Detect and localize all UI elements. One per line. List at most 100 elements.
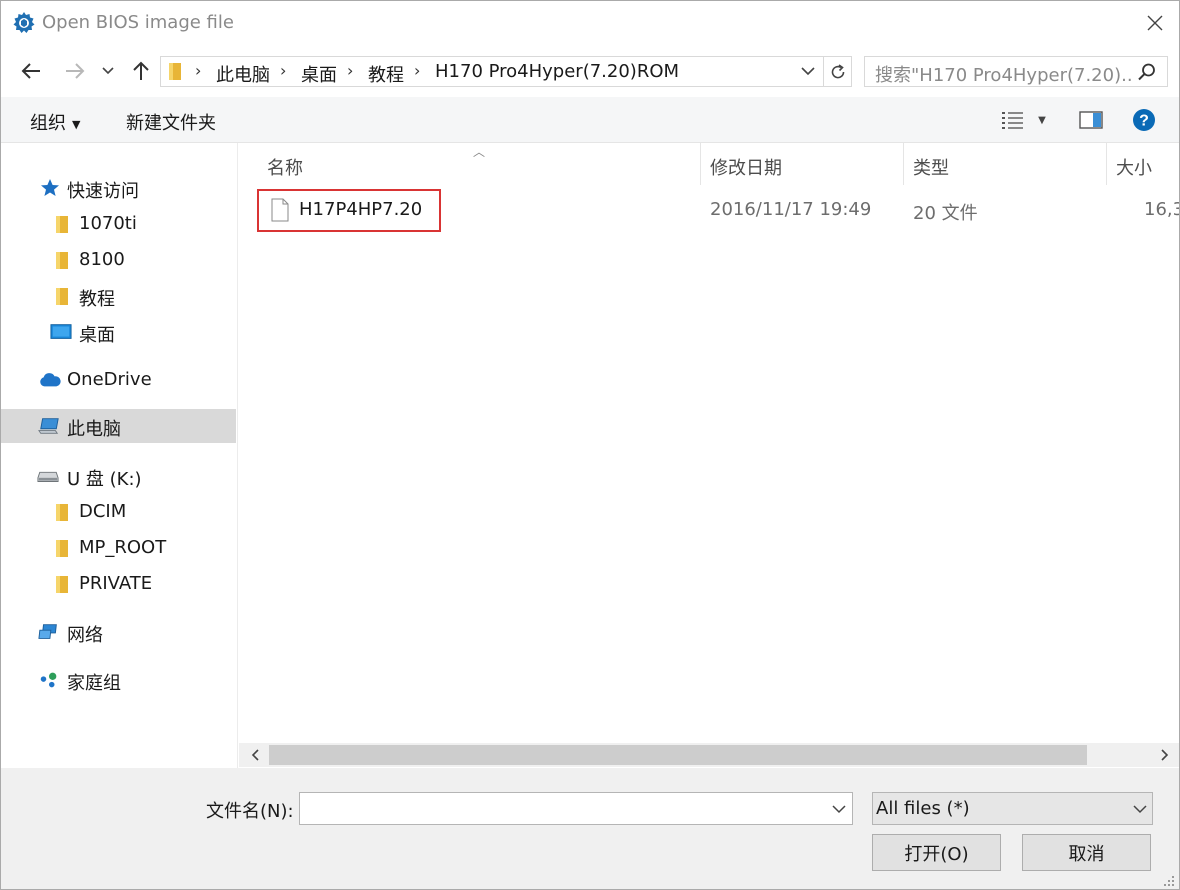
new-folder-button[interactable]: 新建文件夹 xyxy=(126,109,216,135)
scroll-right-button[interactable] xyxy=(1151,743,1179,767)
chevron-down-icon xyxy=(102,67,114,75)
sidebar-item-label: 网络 xyxy=(67,625,103,646)
desktop-icon xyxy=(50,322,72,342)
column-header-label: 类型 xyxy=(913,158,949,179)
help-button[interactable]: ? xyxy=(1132,108,1156,132)
sidebar-item-label: 此电脑 xyxy=(67,419,121,440)
file-type: 20 文件 xyxy=(913,203,978,224)
sidebar-item-this-pc[interactable]: 此电脑 xyxy=(1,409,236,443)
search-placeholder: 搜索"H170 Pro4Hyper(7.20)... xyxy=(875,65,1133,86)
sidebar-item-network[interactable]: 网络 xyxy=(1,615,236,649)
cloud-icon xyxy=(39,370,61,390)
folder-icon xyxy=(169,62,183,81)
open-file-dialog: Open BIOS image file › 此电脑 › 桌面 › 教程 › H… xyxy=(0,0,1180,890)
column-header-label: 名称 xyxy=(267,158,303,179)
column-header-type[interactable]: 类型 xyxy=(903,143,1106,185)
folder-icon xyxy=(51,214,73,234)
sidebar-item-mp-root[interactable]: MP_ROOT xyxy=(1,531,236,565)
folder-icon xyxy=(51,574,73,594)
sidebar-item-1070ti[interactable]: 1070ti xyxy=(1,207,236,241)
sidebar-item-label: OneDrive xyxy=(67,369,152,390)
column-header-modified[interactable]: 修改日期 xyxy=(700,143,903,185)
column-header-label: 大小 xyxy=(1116,158,1152,179)
file-modified: 2016/11/17 19:49 xyxy=(710,199,872,220)
breadcrumb-separator: › xyxy=(414,61,421,80)
chevron-down-icon xyxy=(832,804,846,813)
refresh-icon xyxy=(831,63,844,78)
file-icon xyxy=(271,198,289,222)
title-bar: Open BIOS image file xyxy=(1,1,1179,45)
breadcrumb-separator: › xyxy=(195,61,202,80)
up-button[interactable] xyxy=(127,57,155,85)
search-input[interactable]: 搜索"H170 Pro4Hyper(7.20)... xyxy=(864,56,1168,87)
view-dropdown-button[interactable]: ▼ xyxy=(1033,108,1051,132)
breadcrumb-tutorial[interactable]: 教程 xyxy=(368,61,404,87)
caret-down-icon: ▼ xyxy=(1038,114,1046,126)
sidebar-item-tutorial[interactable]: 教程 xyxy=(1,279,236,313)
filename-field[interactable] xyxy=(299,792,853,825)
breadcrumb-separator: › xyxy=(280,61,287,80)
chevron-down-icon xyxy=(801,67,815,76)
sidebar-item-8100[interactable]: 8100 xyxy=(1,243,236,277)
recent-locations-button[interactable] xyxy=(97,57,119,85)
preview-pane-button[interactable] xyxy=(1079,108,1103,132)
forward-button[interactable] xyxy=(61,57,89,85)
folder-icon xyxy=(51,538,73,558)
breadcrumb-separator: › xyxy=(347,61,354,80)
folder-icon xyxy=(51,286,73,306)
view-options-button[interactable] xyxy=(1001,108,1025,132)
up-arrow-icon xyxy=(133,61,149,80)
sidebar-item-label: U 盘 (K:) xyxy=(67,469,142,490)
organize-label: 组织 xyxy=(30,113,66,134)
sidebar-item-label: MP_ROOT xyxy=(79,537,167,558)
preview-pane-icon xyxy=(1079,111,1103,129)
file-type-select[interactable]: All files (*) xyxy=(872,792,1153,825)
file-list: ︿ 名称 修改日期 类型 大小 H17P4HP7.20 2016/11/17 1… xyxy=(239,143,1179,743)
sidebar-item-desktop[interactable]: 桌面 xyxy=(1,315,236,349)
column-header-size[interactable]: 大小 xyxy=(1106,143,1179,185)
table-row[interactable]: H17P4HP7.20 2016/11/17 19:49 20 文件 16,3 xyxy=(239,189,1179,232)
search-icon[interactable] xyxy=(1137,62,1157,82)
breadcrumb-desktop[interactable]: 桌面 xyxy=(301,61,337,87)
breadcrumb-current-folder[interactable]: H170 Pro4Hyper(7.20)ROM xyxy=(435,61,679,82)
command-toolbar: 组织 ▼ 新建文件夹 ▼ ? xyxy=(1,97,1179,143)
forward-arrow-icon xyxy=(66,63,85,79)
sidebar-item-label: 桌面 xyxy=(79,325,115,346)
network-icon xyxy=(38,622,60,642)
refresh-button[interactable] xyxy=(823,57,851,86)
back-arrow-icon xyxy=(21,63,40,79)
sidebar-item-label: 1070ti xyxy=(79,213,137,234)
breadcrumb-this-pc[interactable]: 此电脑 xyxy=(216,61,270,87)
open-button[interactable]: 打开(O) xyxy=(872,834,1001,871)
filename-input[interactable] xyxy=(306,793,816,822)
window-title: Open BIOS image file xyxy=(42,12,234,33)
navigation-pane: 快速访问 1070ti 8100 教程 桌面 OneDrive 此电脑 U 盘 … xyxy=(1,143,238,768)
sidebar-item-homegroup[interactable]: 家庭组 xyxy=(1,663,236,697)
details-view-icon xyxy=(1002,112,1023,129)
scrollbar-thumb[interactable] xyxy=(269,745,1087,765)
computer-icon xyxy=(38,416,60,436)
sidebar-item-label: PRIVATE xyxy=(79,573,153,594)
chevron-left-icon xyxy=(251,749,259,761)
sidebar-item-quick-access[interactable]: 快速访问 xyxy=(1,171,236,205)
sidebar-item-usb-drive[interactable]: U 盘 (K:) xyxy=(1,459,236,493)
sidebar-item-onedrive[interactable]: OneDrive xyxy=(1,363,236,397)
address-history-dropdown[interactable] xyxy=(797,57,819,86)
filename-history-dropdown[interactable] xyxy=(828,795,850,823)
sidebar-item-dcim[interactable]: DCIM xyxy=(1,495,236,529)
close-button[interactable] xyxy=(1137,7,1173,39)
cancel-button[interactable]: 取消 xyxy=(1022,834,1151,871)
drive-icon xyxy=(37,466,59,486)
star-icon xyxy=(39,178,61,198)
sidebar-item-private[interactable]: PRIVATE xyxy=(1,567,236,601)
horizontal-scrollbar[interactable] xyxy=(239,743,1179,767)
close-icon xyxy=(1147,15,1163,31)
organize-menu[interactable]: 组织 ▼ xyxy=(30,109,80,135)
back-button[interactable] xyxy=(17,57,45,85)
column-header-name[interactable]: 名称 xyxy=(257,143,701,185)
svg-text:?: ? xyxy=(1139,113,1149,130)
address-bar[interactable]: › 此电脑 › 桌面 › 教程 › H170 Pro4Hyper(7.20)RO… xyxy=(160,56,852,87)
resize-grip-icon[interactable] xyxy=(1161,872,1175,886)
scroll-left-button[interactable] xyxy=(241,743,269,767)
sidebar-item-label: DCIM xyxy=(79,501,127,522)
